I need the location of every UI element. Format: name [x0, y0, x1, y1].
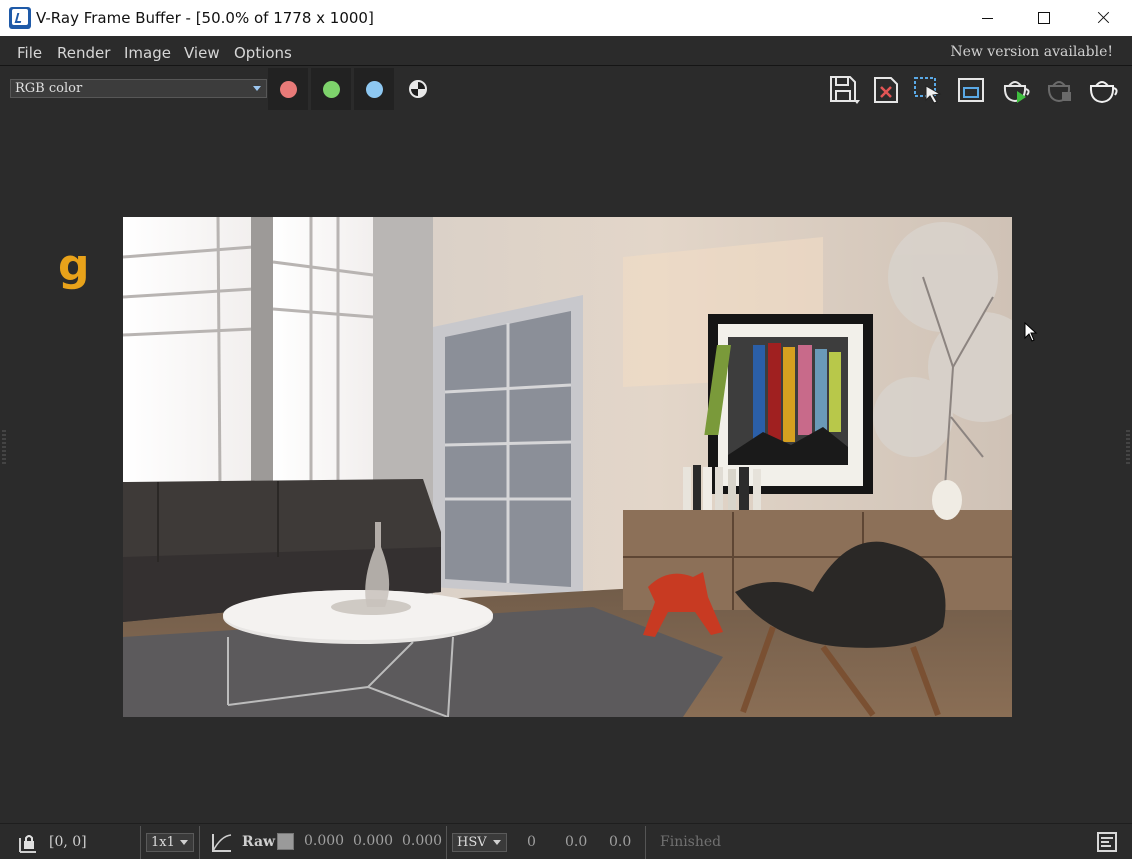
menu-view[interactable]: View — [184, 44, 220, 62]
title-bar: V-Ray Frame Buffer - [50.0% of 1778 x 10… — [0, 0, 1132, 36]
hsv-value-v: 0.0 — [609, 834, 632, 850]
channel-dropdown-label: RGB color — [15, 81, 83, 96]
sample-size-dropdown[interactable]: 1x1 — [146, 833, 194, 852]
menu-bar: File Render Image View Options New versi… — [0, 36, 1132, 66]
color-mode-label: HSV — [457, 835, 487, 850]
lock-coords-icon[interactable] — [16, 832, 38, 854]
chevron-down-icon — [180, 840, 188, 845]
green-channel-button[interactable] — [311, 68, 351, 110]
raw-value-r: 0.000 — [304, 833, 345, 849]
sample-size-label: 1x1 — [151, 835, 175, 850]
chevron-down-icon — [493, 840, 501, 845]
render-status: Finished — [660, 834, 722, 850]
blue-channel-button[interactable] — [354, 68, 394, 110]
separator — [645, 826, 646, 859]
maximize-button[interactable] — [1015, 0, 1073, 36]
clear-image-icon[interactable] — [870, 74, 904, 106]
status-bar: [0, 0] 1x1 Raw 0.000 0.000 0.000 HSV 0 0… — [0, 823, 1132, 859]
window-title: V-Ray Frame Buffer - [50.0% of 1778 x 10… — [36, 9, 374, 27]
color-mode-dropdown[interactable]: HSV — [452, 833, 507, 852]
menu-options[interactable]: Options — [234, 44, 292, 62]
menu-file[interactable]: File — [17, 44, 42, 62]
color-swatch — [277, 833, 294, 850]
stop-render-icon[interactable] — [1043, 74, 1077, 106]
save-icon[interactable] — [827, 74, 861, 106]
separator — [446, 826, 447, 859]
link-viewport-icon[interactable] — [954, 74, 988, 106]
separator — [140, 826, 141, 859]
left-panel-grip[interactable] — [2, 430, 6, 466]
hsv-value-h: 0 — [527, 834, 536, 850]
chevron-down-icon — [253, 86, 261, 91]
coords-readout: [0, 0] — [49, 834, 87, 850]
vray-app-icon — [9, 7, 31, 29]
raw-value-g: 0.000 — [353, 833, 394, 849]
red-channel-button[interactable] — [268, 68, 308, 110]
render-interactive-icon[interactable] — [999, 74, 1033, 106]
hsv-value-s: 0.0 — [565, 834, 588, 850]
show-history-icon[interactable] — [1097, 832, 1117, 852]
mouse-cursor-icon — [1024, 322, 1038, 342]
raw-value-b: 0.000 — [402, 833, 443, 849]
curve-correction-icon[interactable] — [209, 831, 233, 855]
new-version-link[interactable]: New version available! — [950, 44, 1113, 60]
separator — [199, 826, 200, 859]
mono-channel-icon[interactable] — [409, 80, 427, 98]
minimize-button[interactable] — [958, 0, 1016, 36]
render-image[interactable] — [123, 217, 1012, 717]
menu-render[interactable]: Render — [57, 44, 110, 62]
green-dot-icon — [323, 81, 340, 98]
raw-label: Raw — [242, 834, 276, 850]
region-render-icon[interactable] — [911, 74, 945, 106]
menu-image[interactable]: Image — [124, 44, 171, 62]
blue-dot-icon — [366, 81, 383, 98]
render-icon[interactable] — [1086, 74, 1120, 106]
overlay-logo: g — [58, 240, 90, 291]
red-dot-icon — [280, 81, 297, 98]
right-panel-grip[interactable] — [1126, 430, 1130, 466]
rendered-interior-scene — [123, 217, 1012, 717]
close-button[interactable] — [1073, 0, 1131, 36]
channel-dropdown[interactable]: RGB color — [10, 79, 267, 98]
